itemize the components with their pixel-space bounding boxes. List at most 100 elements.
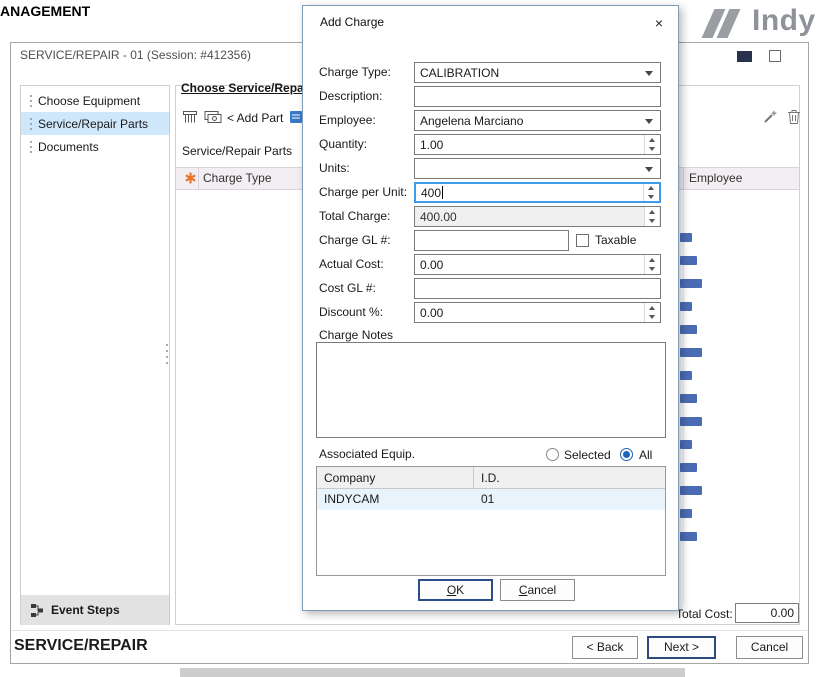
sidebar-item-choose-equipment[interactable]: Choose Equipment	[21, 89, 169, 112]
discount-label: Discount %:	[319, 302, 383, 323]
taxable-label: Taxable	[595, 230, 636, 251]
quantity-stepper[interactable]: 1.00	[414, 134, 661, 155]
charge-type-combobox[interactable]: CALIBRATION	[414, 62, 661, 83]
column-divider	[683, 167, 684, 190]
units-label: Units:	[319, 158, 350, 179]
spinner-up-icon[interactable]	[645, 255, 659, 265]
spinner-buttons[interactable]	[644, 135, 659, 154]
description-field[interactable]	[414, 86, 661, 107]
employee-combobox[interactable]: Angelena Marciano	[414, 110, 661, 131]
charge-type-label: Charge Type:	[319, 62, 391, 83]
spinner-down-icon[interactable]	[644, 193, 658, 202]
dialog-cancel-button[interactable]: Cancel	[500, 579, 575, 601]
associated-equip-table: Company I.D. INDYCAM 01	[316, 466, 666, 576]
sidebar-item-service-repair-parts[interactable]: Service/Repair Parts	[21, 112, 169, 135]
equip-column-company: Company	[317, 467, 474, 488]
box-icon[interactable]	[289, 109, 303, 125]
grip-dots-icon	[30, 139, 32, 154]
add-charge-dialog: Add Charge × Charge Type: CALIBRATION De…	[302, 5, 679, 611]
charge-per-unit-stepper[interactable]: 400	[414, 182, 661, 203]
back-button[interactable]: < Back	[572, 636, 638, 659]
text-caret	[442, 186, 443, 199]
total-cost-label: Total Cost:	[676, 607, 733, 621]
background-window-edge	[180, 668, 685, 677]
taxable-checkbox[interactable]	[576, 234, 589, 247]
equip-table-row[interactable]: INDYCAM 01	[317, 489, 665, 510]
obscured-row-text	[680, 486, 702, 495]
employee-value: Angelena Marciano	[420, 114, 523, 128]
obscured-grid-rows	[680, 233, 702, 555]
sidebar-item-label: Choose Equipment	[38, 94, 140, 108]
charge-gl-label: Charge GL #:	[319, 230, 391, 251]
spinner-down-icon[interactable]	[645, 313, 659, 323]
charge-per-unit-value: 400	[421, 186, 441, 200]
spinner-down-icon[interactable]	[645, 145, 659, 155]
total-charge-stepper: 400.00	[414, 206, 661, 227]
wizard-steps-panel	[20, 85, 170, 625]
dialog-title: Add Charge	[320, 15, 384, 29]
spinner-up-icon[interactable]	[645, 135, 659, 145]
spinner-buttons[interactable]	[644, 255, 659, 274]
tab-service-repair-parts[interactable]: Service/Repair Parts	[182, 144, 292, 158]
discount-stepper[interactable]: 0.00	[414, 302, 661, 323]
ok-button[interactable]: OK	[418, 579, 493, 601]
charge-notes-textarea[interactable]	[316, 342, 666, 438]
brand-text: Indy	[752, 4, 816, 38]
footer-title: SERVICE/REPAIR	[14, 637, 148, 655]
obscured-row-text	[680, 440, 692, 449]
cancel-button-label: Cancel	[501, 580, 574, 600]
radio-selected-label: Selected	[564, 448, 611, 463]
charge-per-unit-label: Charge per Unit:	[319, 182, 407, 203]
grip-dots-icon	[30, 93, 32, 108]
grip-dots-icon	[30, 116, 32, 131]
minimize-icon[interactable]	[737, 51, 752, 62]
actual-cost-label: Actual Cost:	[319, 254, 384, 275]
money-icon[interactable]	[204, 110, 222, 125]
spinner-down-icon[interactable]	[645, 217, 659, 227]
radio-all[interactable]	[620, 448, 633, 461]
obscured-row-text	[680, 417, 702, 426]
ok-button-label: OK	[420, 581, 491, 599]
obscured-row-text	[680, 348, 702, 357]
spinner-buttons[interactable]	[644, 303, 659, 322]
actual-cost-value: 0.00	[420, 258, 443, 272]
close-icon[interactable]: ×	[647, 13, 671, 33]
event-steps-button[interactable]: Event Steps	[21, 595, 169, 625]
column-divider	[198, 167, 199, 190]
wand-icon[interactable]	[762, 108, 779, 125]
next-button[interactable]: Next >	[647, 636, 716, 659]
units-combobox[interactable]	[414, 158, 661, 179]
obscured-row-text	[680, 279, 702, 288]
spinner-down-icon[interactable]	[645, 265, 659, 275]
tag-printer-icon[interactable]	[182, 109, 198, 125]
spinner-buttons[interactable]	[643, 184, 658, 201]
sidebar-item-label: Service/Repair Parts	[38, 117, 148, 131]
total-charge-value: 400.00	[420, 210, 457, 224]
associated-equip-label: Associated Equip.	[319, 447, 415, 461]
add-part-button[interactable]: < Add Part	[227, 111, 283, 125]
brand-logo: Indy	[708, 6, 823, 42]
radio-selected[interactable]	[546, 448, 559, 461]
trash-icon[interactable]	[787, 108, 801, 125]
spinner-up-icon[interactable]	[645, 303, 659, 313]
panel-splitter-handle[interactable]	[166, 342, 168, 366]
cost-gl-field[interactable]	[414, 278, 661, 299]
charge-gl-field[interactable]	[414, 230, 569, 251]
obscured-row-text	[680, 233, 692, 242]
equip-table-header: Company I.D.	[317, 467, 665, 489]
maximize-icon[interactable]	[769, 50, 781, 62]
column-header-charge-type: Charge Type	[203, 167, 272, 190]
obscured-row-text	[680, 532, 697, 541]
description-label: Description:	[319, 86, 382, 107]
sidebar-item-documents[interactable]: Documents	[21, 135, 169, 158]
window-title: SERVICE/REPAIR - 01 (Session: #412356)	[20, 48, 251, 62]
background-window-title: ANAGEMENT	[0, 3, 90, 19]
total-cost-field[interactable]: 0.00	[735, 603, 799, 623]
equip-column-id: I.D.	[474, 467, 665, 488]
asterisk-icon	[184, 171, 197, 185]
wizard-cancel-button[interactable]: Cancel	[736, 636, 803, 659]
spinner-up-icon[interactable]	[644, 184, 658, 193]
spinner-buttons[interactable]	[644, 207, 659, 226]
actual-cost-stepper[interactable]: 0.00	[414, 254, 661, 275]
spinner-up-icon[interactable]	[645, 207, 659, 217]
